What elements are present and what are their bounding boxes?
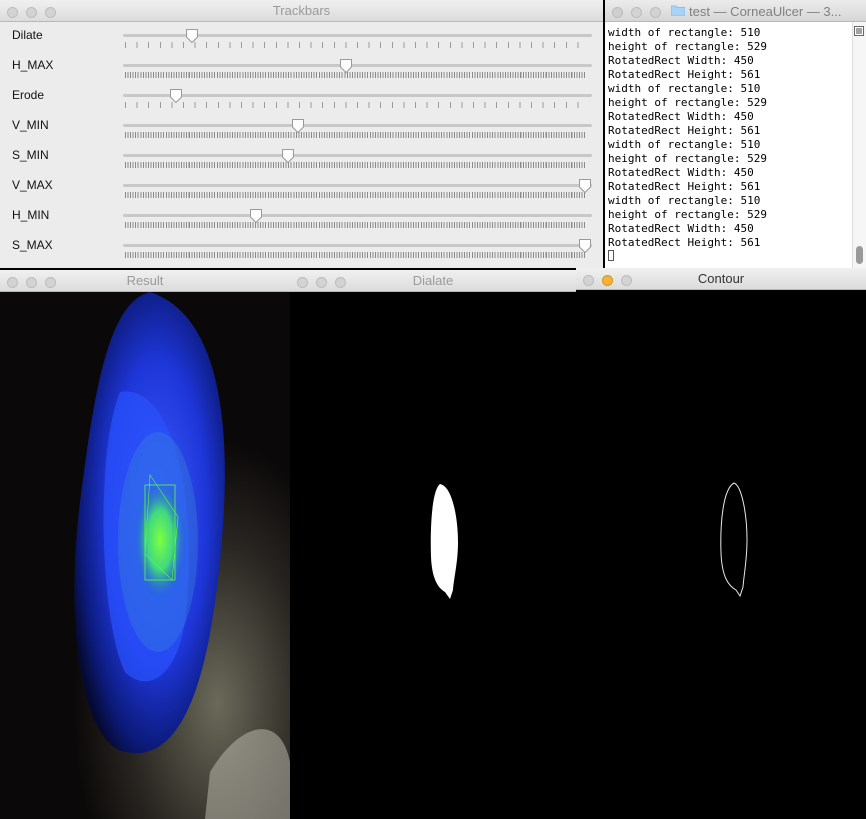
slider-thumb[interactable]	[578, 238, 592, 254]
result-window: Result	[0, 270, 290, 819]
terminal-output[interactable]: width of rectangle: 510 height of rectang…	[608, 26, 852, 265]
zoom-button[interactable]	[650, 7, 661, 18]
terminal-line: height of rectangle: 529	[608, 152, 767, 165]
slider-ticks	[125, 252, 585, 258]
slider-track[interactable]	[123, 184, 592, 187]
slider-ticks	[125, 162, 585, 168]
trackbar-dilate: Dilate	[0, 24, 603, 54]
scroll-thumb[interactable]	[856, 246, 863, 264]
trackbar-s-min: S_MIN	[0, 144, 603, 174]
trackbar-s-max: S_MAX	[0, 234, 603, 264]
terminal-line: RotatedRect Width: 450	[608, 110, 754, 123]
dialate-title: Dialate	[412, 273, 454, 288]
terminal-line: height of rectangle: 529	[608, 208, 767, 221]
trackbar-v-max: V_MAX	[0, 174, 603, 204]
trackbar-erode: Erode	[0, 84, 603, 114]
terminal-scrollbar[interactable]	[852, 22, 866, 268]
terminal-line: height of rectangle: 529	[608, 40, 767, 53]
result-title: Result	[126, 273, 164, 288]
slider-track[interactable]	[123, 154, 592, 157]
terminal-line: RotatedRect Height: 561	[608, 68, 761, 81]
trackbar-v-min: V_MIN	[0, 114, 603, 144]
slider-thumb[interactable]	[169, 88, 183, 104]
trackbars-title: Trackbars	[272, 3, 331, 18]
terminal-line: width of rectangle: 510	[608, 26, 761, 39]
trackbar-h-min: H_MIN	[0, 204, 603, 234]
terminal-line: RotatedRect Height: 561	[608, 180, 761, 193]
dialate-window: Dialate	[290, 270, 576, 819]
trackbar-label: H_MAX	[12, 58, 54, 72]
slider-track[interactable]	[123, 124, 592, 127]
slider-thumb[interactable]	[185, 28, 199, 44]
folder-icon	[671, 5, 685, 16]
result-image	[0, 292, 290, 819]
terminal-line: width of rectangle: 510	[608, 138, 761, 151]
slider-ticks	[125, 222, 585, 228]
contour-image	[720, 482, 748, 598]
trackbar-label: H_MIN	[12, 208, 50, 222]
window-controls	[612, 5, 669, 23]
contour-title: Contour	[697, 271, 745, 286]
slider-thumb[interactable]	[339, 58, 353, 74]
terminal-line: RotatedRect Width: 450	[608, 166, 754, 179]
dialate-titlebar[interactable]: Dialate	[290, 270, 576, 292]
contour-window: Contour	[576, 268, 866, 819]
close-button[interactable]	[612, 7, 623, 18]
trackbars-titlebar[interactable]: Trackbars	[0, 0, 603, 22]
terminal-line: RotatedRect Width: 450	[608, 54, 754, 67]
trackbar-label: S_MAX	[12, 238, 53, 252]
slider-thumb[interactable]	[578, 178, 592, 194]
trackbar-label: V_MIN	[12, 118, 49, 132]
terminal-line: RotatedRect Height: 561	[608, 124, 761, 137]
terminal-line: width of rectangle: 510	[608, 82, 761, 95]
slider-track[interactable]	[123, 214, 592, 217]
result-titlebar[interactable]: Result	[0, 270, 290, 292]
trackbar-label: V_MAX	[12, 178, 53, 192]
terminal-line: RotatedRect Width: 450	[608, 222, 754, 235]
terminal-title: test — CorneaUlcer — 3...	[689, 4, 842, 19]
slider-ticks	[125, 72, 585, 78]
slider-ticks	[125, 132, 585, 138]
terminal-line: RotatedRect Height: 561	[608, 236, 761, 249]
terminal-cursor	[608, 250, 614, 261]
slider-track[interactable]	[123, 244, 592, 247]
slider-ticks	[125, 192, 585, 198]
split-pane-icon[interactable]	[854, 26, 864, 36]
slider-thumb[interactable]	[249, 208, 263, 224]
trackbar-label: Dilate	[12, 28, 43, 42]
dialate-mask-image	[430, 484, 458, 599]
trackbars-window: Trackbars Dilate H_MAX Erode V_MIN S_MIN V_MA…	[0, 0, 603, 268]
terminal-line: height of rectangle: 529	[608, 96, 767, 109]
slider-track[interactable]	[123, 64, 592, 67]
terminal-line: width of rectangle: 510	[608, 194, 761, 207]
slider-thumb[interactable]	[291, 118, 305, 134]
contour-titlebar[interactable]: Contour	[576, 268, 866, 290]
terminal-titlebar[interactable]: test — CorneaUlcer — 3...	[605, 0, 866, 22]
trackbar-h-max: H_MAX	[0, 54, 603, 84]
slider-track[interactable]	[123, 94, 592, 97]
trackbar-label: S_MIN	[12, 148, 49, 162]
minimize-button[interactable]	[631, 7, 642, 18]
terminal-window: test — CorneaUlcer — 3... width of recta…	[605, 0, 866, 268]
slider-thumb[interactable]	[281, 148, 295, 164]
trackbar-label: Erode	[12, 88, 45, 102]
slider-ticks	[125, 102, 585, 108]
